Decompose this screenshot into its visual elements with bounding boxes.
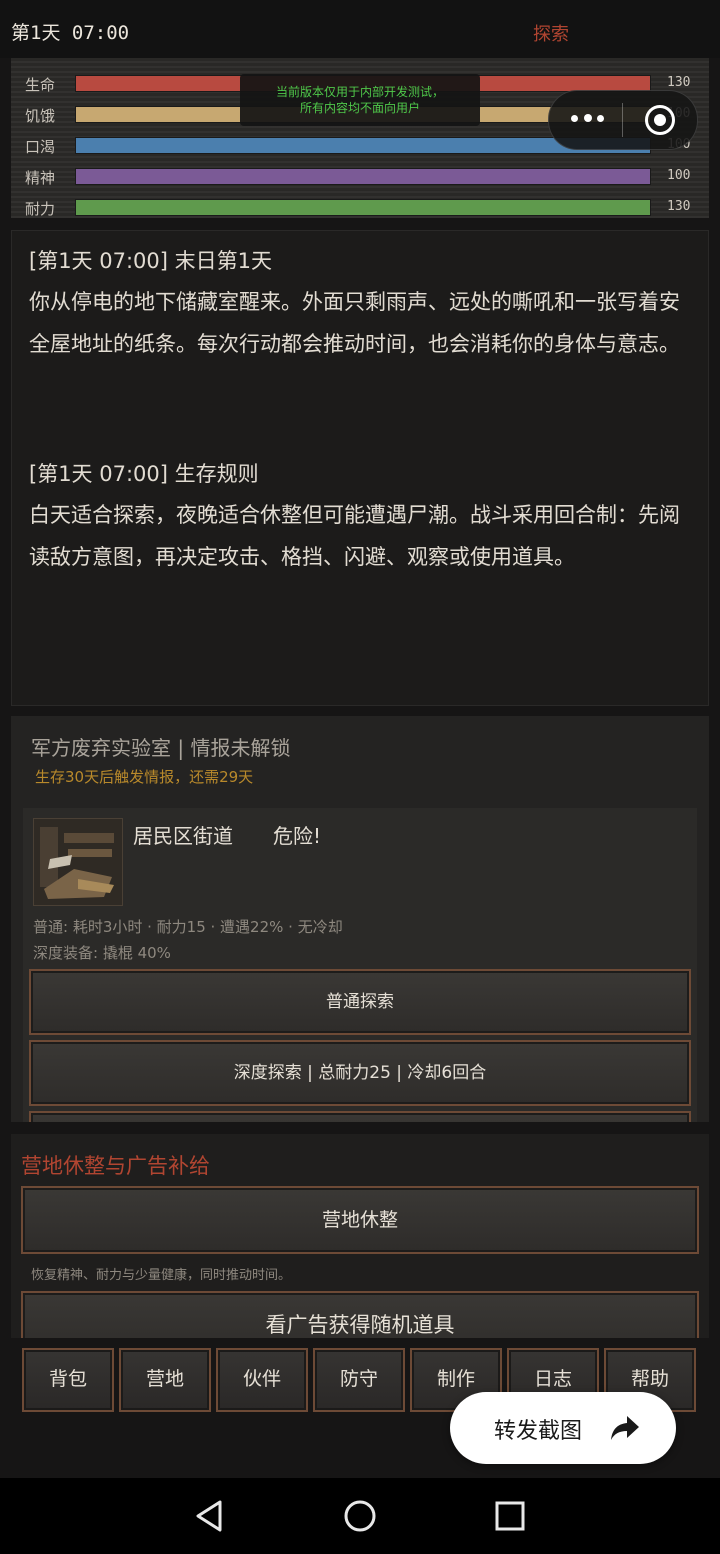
deep-explore-info: 深度装备: 撬棍 40%	[33, 944, 171, 962]
capsule-divider	[622, 103, 623, 137]
camp-rest-button[interactable]: 营地休整	[21, 1186, 699, 1254]
spirit-fill	[76, 169, 650, 184]
stat-label: 口渴	[25, 138, 56, 156]
stat-label: 耐力	[25, 200, 56, 218]
stat-value: 130	[667, 75, 691, 90]
tab-partner[interactable]: 伙伴	[216, 1348, 308, 1412]
share-arrow-icon	[611, 1416, 639, 1440]
camp-title: 营地休整与广告补给	[21, 1154, 210, 1178]
deep-explore-button[interactable]: 深度探索 | 总耐力25 | 冷却6回合	[29, 1040, 691, 1106]
intel-title: 军方废弃实验室 | 情报未解锁	[31, 736, 291, 760]
partial-explore-button[interactable]	[29, 1111, 691, 1122]
log-entry-text: 你从停电的地下储藏室醒来。外面只剩雨声、远处的嘶吼和一张写着安全屋地址的纸条。每…	[29, 290, 680, 356]
stat-stamina: 耐力 130	[11, 192, 709, 223]
top-status-bar: 第1天 07:00 探索	[0, 0, 720, 58]
stat-label: 饥饿	[25, 107, 56, 125]
back-icon[interactable]	[190, 1496, 230, 1536]
location-image	[33, 818, 123, 906]
phase-label: 探索	[533, 24, 569, 45]
tab-backpack[interactable]: 背包	[22, 1348, 114, 1412]
event-log: [第1天 07:00] 末日第1天 你从停电的地下储藏室醒来。外面只剩雨声、远处…	[11, 230, 709, 706]
location-name: 居民区街道	[133, 824, 233, 848]
stat-spirit: 精神 100	[11, 161, 709, 192]
stamina-fill	[76, 200, 650, 215]
home-icon[interactable]	[340, 1496, 380, 1536]
dev-notice-line1: 当前版本仅用于内部开发测试，	[275, 85, 444, 99]
tab-camp[interactable]: 营地	[119, 1348, 211, 1412]
normal-explore-button[interactable]: 普通探索	[29, 969, 691, 1035]
stat-value: 100	[667, 168, 691, 183]
dev-notice-toast: 当前版本仅用于内部开发测试， 所有内容均不面向用户	[240, 74, 480, 126]
log-entry-text: 白天适合探索，夜晚适合休整但可能遭遇尸潮。战斗采用回合制：先阅读敌方意图，再决定…	[29, 503, 680, 569]
tab-defense[interactable]: 防守	[313, 1348, 405, 1412]
share-screenshot-button[interactable]: 转发截图	[450, 1392, 676, 1464]
stat-label: 精神	[25, 169, 56, 187]
intel-subtitle: 生存30天后触发情报，还需29天	[35, 768, 254, 786]
stat-label: 生命	[25, 76, 56, 94]
danger-label: 危险!	[273, 824, 322, 848]
day-time: 第1天 07:00	[11, 22, 130, 44]
watch-ad-button[interactable]: 看广告获得随机道具	[21, 1291, 699, 1338]
dev-notice-line2: 所有内容均不面向用户	[299, 101, 420, 115]
exploration-panel: 军方废弃实验室 | 情报未解锁 生存30天后触发情报，还需29天 居民区街道 危…	[11, 716, 709, 1122]
normal-explore-info: 普通: 耗时3小时 · 耐力15 · 遭遇22% · 无冷却	[33, 918, 343, 936]
recents-icon[interactable]	[490, 1496, 530, 1536]
stat-bar	[75, 168, 651, 185]
stat-value: 130	[667, 199, 691, 214]
more-dots-icon[interactable]	[569, 109, 609, 129]
close-target-icon[interactable]	[645, 105, 675, 135]
share-label: 转发截图	[494, 1419, 583, 1444]
log-entry-title: [第1天 07:00] 生存规则	[29, 462, 259, 486]
system-nav-bar	[0, 1478, 720, 1554]
rest-note: 恢复精神、耐力与少量健康，同时推动时间。	[31, 1268, 292, 1283]
camp-panel: 营地休整与广告补给 营地休整 恢复精神、耐力与少量健康，同时推动时间。 看广告获…	[11, 1134, 709, 1338]
log-entry-title: [第1天 07:00] 末日第1天	[29, 249, 272, 273]
stat-bar	[75, 199, 651, 216]
miniprogram-capsule	[548, 90, 698, 150]
